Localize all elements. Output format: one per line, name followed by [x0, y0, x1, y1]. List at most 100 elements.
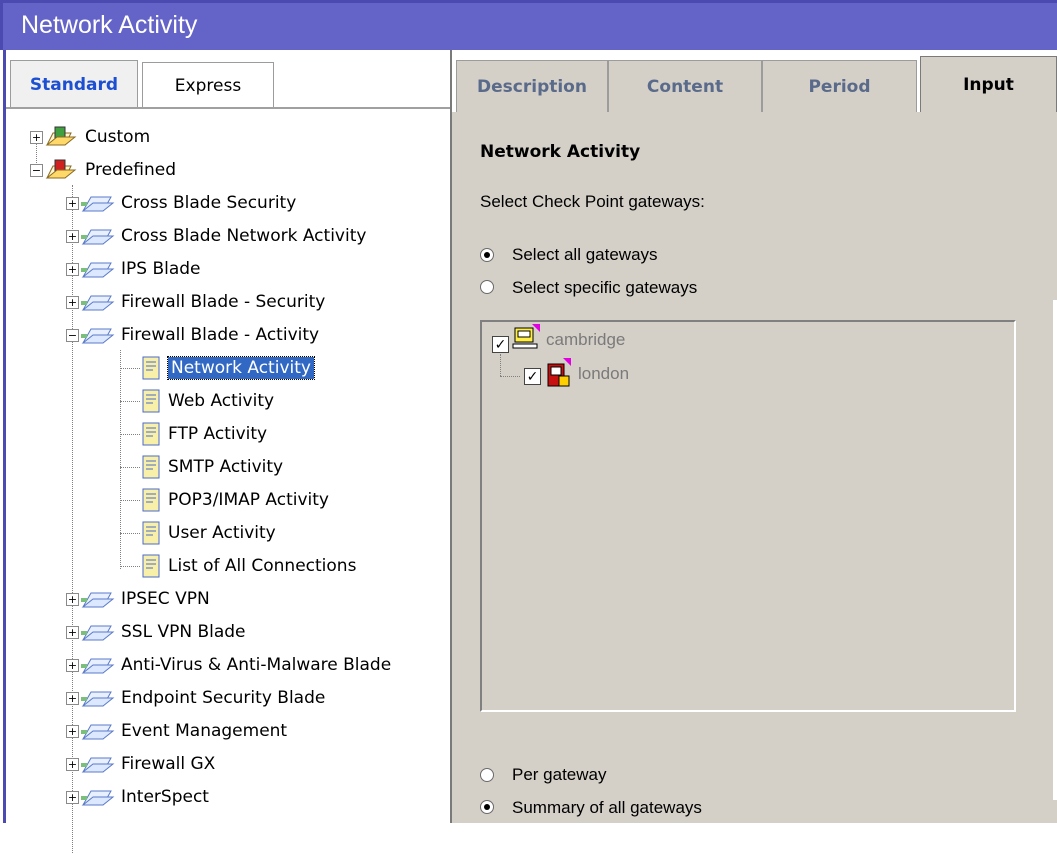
tree-category[interactable]: + Cross Blade Network Activity [66, 221, 366, 251]
tree-item-label[interactable]: SSL VPN Blade [121, 622, 246, 642]
tab-period[interactable]: Period [762, 60, 917, 112]
tree-item-label[interactable]: FTP Activity [168, 424, 267, 444]
tree-item-label[interactable]: Event Management [121, 721, 287, 741]
expand-toggle-icon[interactable]: + [66, 592, 79, 606]
tree-item-custom[interactable]: + Custom [30, 122, 150, 152]
radio-per-gateway[interactable] [480, 768, 494, 782]
collapse-toggle-icon[interactable]: − [66, 328, 79, 342]
tree-category[interactable]: + Event Management [66, 716, 287, 746]
tree-item-label[interactable]: IPS Blade [121, 259, 201, 279]
radio-summary-all-gateways[interactable] [480, 800, 494, 814]
tree-item-label[interactable]: InterSpect [121, 787, 209, 807]
tree-report[interactable]: Web Activity [120, 386, 274, 416]
report-details-pane: Description Content Period Input Network… [452, 50, 1057, 823]
report-icon [142, 521, 160, 545]
tab-input[interactable]: Input [920, 56, 1057, 112]
tree-item-label[interactable]: Web Activity [168, 391, 274, 411]
folder-icon [81, 719, 115, 743]
tree-item-predefined[interactable]: − Predefined [30, 155, 176, 185]
tree-report[interactable]: SMTP Activity [120, 452, 283, 482]
tree-item-label[interactable]: Cross Blade Security [121, 193, 296, 213]
tab-standard-label: Standard [29, 74, 119, 95]
expand-toggle-icon[interactable]: + [30, 130, 43, 144]
expand-toggle-icon[interactable]: + [66, 625, 79, 639]
tab-standard[interactable]: Standard [10, 60, 138, 108]
tab-description[interactable]: Description [456, 60, 608, 112]
tree-report-selected[interactable]: Network Activity [120, 353, 315, 383]
tab-express[interactable]: Express [142, 62, 274, 108]
tree-category-expanded[interactable]: − Firewall Blade - Activity [66, 320, 319, 350]
expand-toggle-icon[interactable]: + [66, 757, 79, 771]
report-tree-pane: Standard Express + Custom − Predefined + C… [3, 50, 452, 853]
panel-edge [1053, 300, 1057, 800]
expand-toggle-icon[interactable]: + [66, 262, 79, 276]
tree-report[interactable]: List of All Connections [120, 551, 356, 581]
tab-content[interactable]: Content [608, 60, 762, 112]
tree-item-label[interactable]: Custom [85, 127, 150, 147]
folder-icon [81, 257, 115, 281]
tree-item-label[interactable]: Predefined [85, 160, 176, 180]
predefined-folder-icon [45, 158, 79, 182]
checkbox-cambridge[interactable]: ✓ [492, 336, 509, 353]
radio-select-specific-gateways[interactable] [480, 280, 494, 294]
tree-item-label[interactable]: Firewall GX [121, 754, 215, 774]
tree-item-label[interactable]: IPSEC VPN [121, 589, 210, 609]
tree-item-label[interactable]: Firewall Blade - Activity [121, 325, 319, 345]
tree-category[interactable]: + InterSpect [66, 782, 209, 812]
expand-toggle-icon[interactable]: + [66, 229, 79, 243]
tree-connector [500, 354, 501, 376]
tree-item-label[interactable]: Cross Blade Network Activity [121, 226, 366, 246]
tree-category[interactable]: + IPS Blade [66, 254, 201, 284]
expand-toggle-icon[interactable]: + [66, 658, 79, 672]
folder-icon [81, 620, 115, 644]
tree-item-label[interactable]: POP3/IMAP Activity [168, 490, 329, 510]
gateway-name-cambridge: cambridge [546, 330, 626, 349]
tree-report[interactable]: POP3/IMAP Activity [120, 485, 329, 515]
left-tab-strip: Standard Express [6, 50, 452, 109]
expand-toggle-icon[interactable]: + [66, 790, 79, 804]
tree-category[interactable]: + Firewall Blade - Security [66, 287, 325, 317]
tree-connector [500, 376, 520, 377]
tree-item-label[interactable]: Endpoint Security Blade [121, 688, 325, 708]
report-icon [142, 389, 160, 413]
checkbox-london[interactable]: ✓ [524, 368, 541, 385]
gateway-name-london: london [578, 364, 630, 383]
tree-item-label[interactable]: SMTP Activity [168, 457, 283, 477]
report-icon [142, 356, 160, 380]
report-icon [142, 554, 160, 578]
expand-toggle-icon[interactable]: + [66, 196, 79, 210]
tree-category[interactable]: + Anti-Virus & Anti-Malware Blade [66, 650, 391, 680]
tab-period-label: Period [808, 76, 871, 97]
expand-toggle-icon[interactable]: + [66, 691, 79, 705]
folder-icon [81, 191, 115, 215]
tree-category[interactable]: + Endpoint Security Blade [66, 683, 325, 713]
open-folder-icon [81, 323, 115, 347]
firewall-gateway-icon [547, 358, 571, 387]
folder-icon [81, 752, 115, 776]
expand-toggle-icon[interactable]: + [66, 295, 79, 309]
folder-icon [81, 653, 115, 677]
report-icon [142, 422, 160, 446]
gateway-list: ✓ cambridge ✓ london [480, 320, 1016, 712]
folder-icon [81, 686, 115, 710]
tree-category[interactable]: + Firewall GX [66, 749, 215, 779]
tree-category[interactable]: + Cross Blade Security [66, 188, 296, 218]
tab-content-label: Content [646, 76, 724, 97]
collapse-toggle-icon[interactable]: − [30, 163, 43, 177]
gateway-cluster-icon [512, 324, 540, 349]
tree-category[interactable]: + IPSEC VPN [66, 584, 210, 614]
tree-category[interactable]: + SSL VPN Blade [66, 617, 246, 647]
tree-item-label[interactable]: List of All Connections [168, 556, 356, 576]
radio-select-all-gateways[interactable] [480, 248, 494, 262]
tree-item-label[interactable]: Firewall Blade - Security [121, 292, 325, 312]
window-titlebar: Network Activity [0, 0, 1057, 50]
tree-report[interactable]: FTP Activity [120, 419, 267, 449]
tree-item-label[interactable]: User Activity [168, 523, 276, 543]
tree-item-label[interactable]: Anti-Virus & Anti-Malware Blade [121, 655, 391, 675]
tree-item-label[interactable]: Network Activity [167, 356, 315, 380]
gateway-prompt: Select Check Point gateways: [480, 192, 705, 211]
tab-input-label: Input [963, 74, 1014, 95]
tab-description-label: Description [477, 76, 587, 97]
expand-toggle-icon[interactable]: + [66, 724, 79, 738]
tree-report[interactable]: User Activity [120, 518, 276, 548]
